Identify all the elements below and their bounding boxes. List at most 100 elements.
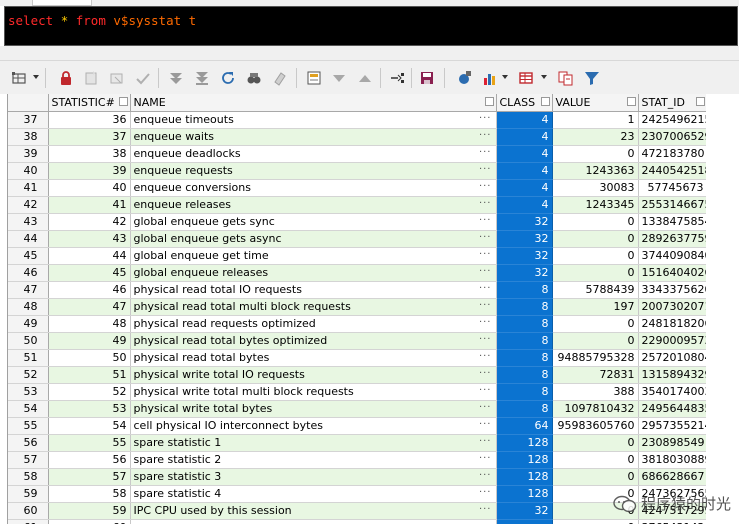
cell-value[interactable]: 5788439: [552, 281, 639, 299]
cell-class[interactable]: 4: [496, 179, 553, 197]
cell-statistic-number[interactable]: 50: [48, 349, 131, 367]
row-number[interactable]: 42: [8, 196, 49, 214]
cell-class[interactable]: 8: [496, 400, 553, 418]
cell-stat-id[interactable]: 2007302071: [638, 298, 706, 316]
table-row[interactable]: 50 49 physical read total bytes optimized ·…: [8, 332, 706, 350]
chart-icon[interactable]: [481, 69, 499, 87]
cell-name[interactable]: physical read total bytes optimized ···: [130, 332, 497, 350]
cell-name[interactable]: physical write total IO requests ···: [130, 366, 497, 384]
cell-stat-id[interactable]: 2553146675: [638, 196, 706, 214]
cell-editor-button[interactable]: ···: [479, 385, 492, 396]
table-row[interactable]: 45 44 global enqueue get time ··· 32 0 3744090…: [8, 247, 706, 265]
row-number[interactable]: 45: [8, 247, 49, 265]
cell-name[interactable]: enqueue waits ···: [130, 128, 497, 146]
cell-class[interactable]: 32: [496, 213, 553, 231]
table-row[interactable]: 51 50 physical read total bytes ··· 8 9488579…: [8, 349, 706, 367]
row-number[interactable]: 53: [8, 383, 49, 401]
column-sort-icon[interactable]: [695, 97, 705, 106]
cell-class[interactable]: [496, 519, 553, 524]
row-number[interactable]: 57: [8, 451, 49, 469]
cell-value[interactable]: 0: [552, 315, 639, 333]
cell-editor-button[interactable]: ···: [479, 164, 492, 175]
cell-name[interactable]: enqueue conversions ···: [130, 179, 497, 197]
grid-options-icon[interactable]: [10, 69, 28, 87]
cell-class[interactable]: 4: [496, 196, 553, 214]
cell-editor-button[interactable]: ···: [479, 436, 492, 447]
clear-icon[interactable]: [271, 69, 289, 87]
cell-value[interactable]: 1: [552, 111, 639, 129]
cell-name[interactable]: IPC CPU used by this session ···: [130, 502, 497, 520]
sort-asc-icon[interactable]: [356, 69, 374, 87]
lock-icon[interactable]: [57, 69, 75, 87]
row-number[interactable]: 55: [8, 417, 49, 435]
compare-icon[interactable]: [557, 69, 575, 87]
cell-value[interactable]: 0: [552, 264, 639, 282]
sql-editor[interactable]: select * from v$sysstat t: [4, 6, 738, 46]
cell-editor-button[interactable]: ···: [479, 419, 492, 430]
cell-value[interactable]: 0: [552, 519, 639, 524]
cell-class[interactable]: 8: [496, 349, 553, 367]
cell-name[interactable]: enqueue deadlocks ···: [130, 145, 497, 163]
record-view-icon[interactable]: [388, 69, 406, 87]
first-record-icon[interactable]: [167, 69, 185, 87]
cell-name[interactable]: global enqueue gets async ···: [130, 230, 497, 248]
table-row[interactable]: 59 58 spare statistic 4 ··· 128 0 2473627565: [8, 485, 706, 503]
cell-editor-button[interactable]: ···: [479, 487, 492, 498]
cell-editor-button[interactable]: ···: [479, 181, 492, 192]
delete-record-icon[interactable]: [108, 69, 126, 87]
cell-stat-id[interactable]: 2892637759: [638, 230, 706, 248]
cell-class[interactable]: 4: [496, 111, 553, 129]
cell-value[interactable]: 72831: [552, 366, 639, 384]
cell-class[interactable]: 8: [496, 383, 553, 401]
cell-name[interactable]: global enqueue releases ···: [130, 264, 497, 282]
cell-stat-id[interactable]: 3744090840: [638, 247, 706, 265]
row-number[interactable]: 54: [8, 400, 49, 418]
cell-value[interactable]: 95983605760: [552, 417, 639, 435]
post-changes-icon[interactable]: [134, 69, 152, 87]
cell-statistic-number[interactable]: 38: [48, 145, 131, 163]
cell-class[interactable]: 32: [496, 264, 553, 282]
cell-class[interactable]: 128: [496, 468, 553, 486]
cell-value[interactable]: 0: [552, 434, 639, 452]
column-sort-icon[interactable]: [118, 97, 128, 106]
cell-name[interactable]: spare statistic 2 ···: [130, 451, 497, 469]
row-number[interactable]: 48: [8, 298, 49, 316]
table-row[interactable]: 58 57 spare statistic 3 ··· 128 0 686628667: [8, 468, 706, 486]
row-number[interactable]: 41: [8, 179, 49, 197]
cell-name[interactable]: spare statistic 4 ···: [130, 485, 497, 503]
cell-statistic-number[interactable]: 44: [48, 247, 131, 265]
cell-editor-button[interactable]: ···: [479, 317, 492, 328]
cell-class[interactable]: 32: [496, 502, 553, 520]
cell-stat-id[interactable]: 472183780: [638, 145, 706, 163]
cell-value[interactable]: 0: [552, 145, 639, 163]
cell-class[interactable]: 128: [496, 434, 553, 452]
cell-name[interactable]: enqueue requests ···: [130, 162, 497, 180]
cell-name[interactable]: physical read total bytes ···: [130, 349, 497, 367]
row-number[interactable]: 51: [8, 349, 49, 367]
column-sort-icon[interactable]: [540, 97, 550, 106]
row-number[interactable]: 43: [8, 213, 49, 231]
editor-splitter[interactable]: [0, 46, 739, 60]
cell-statistic-number[interactable]: 46: [48, 281, 131, 299]
cell-editor-button[interactable]: ···: [479, 453, 492, 464]
row-number[interactable]: 59: [8, 485, 49, 503]
cell-editor-button[interactable]: ···: [479, 521, 492, 524]
table-options-icon[interactable]: [517, 69, 535, 87]
cell-statistic-number[interactable]: 55: [48, 434, 131, 452]
table-row[interactable]: 42 41 enqueue releases ··· 4 1243345 255314667…: [8, 196, 706, 214]
row-number[interactable]: 38: [8, 128, 49, 146]
table-row[interactable]: 55 54 cell physical IO interconnect bytes ·…: [8, 417, 706, 435]
cell-stat-id[interactable]: 1315894329: [638, 366, 706, 384]
cell-editor-button[interactable]: ···: [479, 402, 492, 413]
table-row[interactable]: 48 47 physical read total multi block requ…: [8, 298, 706, 316]
cell-stat-id[interactable]: 2957355214: [638, 417, 706, 435]
cell-stat-id[interactable]: 3765431424: [638, 519, 706, 524]
cell-statistic-number[interactable]: 45: [48, 264, 131, 282]
cell-name[interactable]: physical read total multi block requests…: [130, 298, 497, 316]
cell-statistic-number[interactable]: 51: [48, 366, 131, 384]
row-number[interactable]: 39: [8, 145, 49, 163]
cell-name[interactable]: cell physical IO interconnect bytes ···: [130, 417, 497, 435]
cell-value[interactable]: 1243345: [552, 196, 639, 214]
table-row[interactable]: 54 53 physical write total bytes ··· 8 109781…: [8, 400, 706, 418]
cell-value[interactable]: 0: [552, 230, 639, 248]
